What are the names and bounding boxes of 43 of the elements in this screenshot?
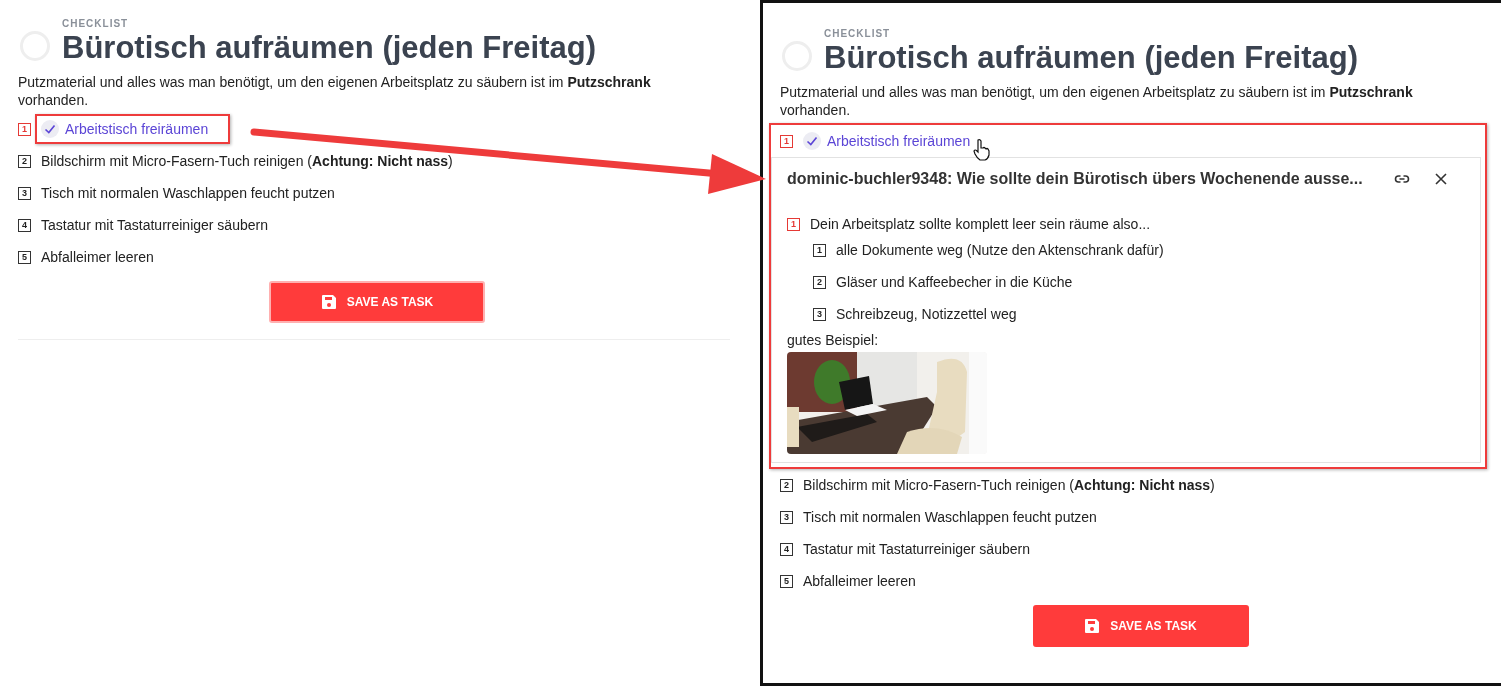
description-text: Putzmaterial und alles was man benötigt, um den eigenen Arbeitsplatz zu säubern ist im Putzschrank vorhanden.	[18, 73, 652, 109]
number-badge: 1	[18, 122, 31, 136]
list-item-text: alle Dokumente weg (Nutze den Aktenschrank dafür)	[836, 242, 1164, 258]
number-badge: 3	[780, 510, 793, 524]
close-icon[interactable]	[1434, 172, 1448, 186]
number-badge: 1	[813, 243, 826, 257]
number-badge: 5	[780, 574, 793, 588]
number-badge: 3	[813, 307, 826, 321]
checklist-item[interactable]: Tisch mit normalen Waschlappen feucht putzen	[803, 509, 1097, 525]
checklist-item[interactable]: Bildschirm mit Micro-Fasern-Tuch reinigen (Achtung: Nicht nass)	[803, 477, 1215, 493]
checklist-title: Bürotisch aufräumen (jeden Freitag)	[824, 39, 1358, 77]
number-badge: 4	[780, 542, 793, 556]
list-item-text: Schreibzeug, Notizzettel weg	[836, 306, 1017, 322]
list-item-text: Gläser und Kaffeebecher in die Küche	[836, 274, 1073, 290]
description-text: Putzmaterial und alles was man benötigt, um den eigenen Arbeitsplatz zu säubern ist im Putzschrank vorhanden.	[780, 83, 1414, 119]
checklist-item[interactable]: Tastatur mit Tastaturreiniger säubern	[803, 541, 1030, 557]
check-icon	[803, 132, 821, 150]
number-badge: 4	[18, 218, 31, 232]
list-item-text: Dein Arbeitsplatz sollte komplett leer sein räume also...	[810, 216, 1151, 232]
number-badge: 1	[787, 217, 800, 231]
checklist-item[interactable]: Arbeitstisch freiräumen	[827, 133, 971, 149]
save-icon	[1084, 618, 1101, 634]
section-label: CHECKLIST	[824, 28, 892, 39]
save-task-button[interactable]: SAVE AS TASK	[269, 281, 485, 323]
number-badge: 3	[18, 186, 31, 200]
checklist-title: Bürotisch aufräumen (jeden Freitag)	[62, 29, 596, 67]
save-task-button[interactable]: SAVE AS TASK	[1032, 605, 1249, 647]
checklist-item[interactable]: Bildschirm mit Micro-Fasern-Tuch reinigen (Achtung: Nicht nass)	[41, 153, 453, 169]
number-badge: 2	[780, 478, 793, 492]
checklist-item[interactable]: Arbeitstisch freiräumen	[65, 121, 209, 137]
checklist-item[interactable]: Abfalleimer leeren	[803, 573, 916, 589]
number-badge: 1	[780, 134, 793, 148]
section-label: CHECKLIST	[62, 18, 130, 29]
checklist-item[interactable]: Tisch mit normalen Waschlappen feucht putzen	[41, 185, 335, 201]
checklist-item[interactable]: Abfalleimer leeren	[41, 249, 154, 265]
number-badge: 2	[813, 275, 826, 289]
popup-title: dominic-buchler9348: Wie sollte dein Bürotisch übers Wochenende ausse...	[787, 170, 1364, 188]
number-badge: 2	[18, 154, 31, 168]
number-badge: 5	[18, 250, 31, 264]
check-icon	[41, 120, 59, 138]
caption-text: gutes Beispiel:	[787, 332, 880, 348]
checklist-item[interactable]: Tastatur mit Tastaturreiniger säubern	[41, 217, 268, 233]
save-icon	[320, 294, 337, 310]
